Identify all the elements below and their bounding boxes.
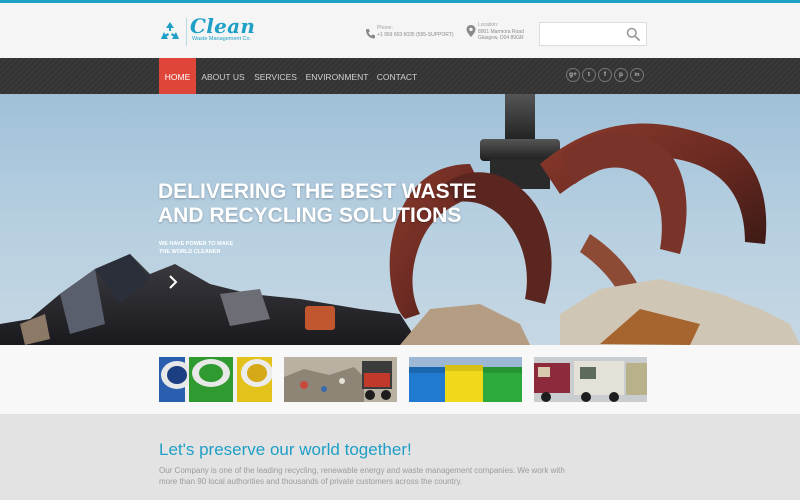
chevron-right-icon[interactable] xyxy=(165,274,181,290)
search-input[interactable] xyxy=(544,26,622,42)
hero-subtitle: WE HAVE POWER TO MAKE THE WORLD CLEANER xyxy=(159,240,259,256)
location-line2: Glasgow, D04 89GR xyxy=(478,35,524,41)
hero-slider: DELIVERING THE BEST WASTE AND RECYCLING … xyxy=(0,94,800,345)
location-pin-icon xyxy=(466,25,476,37)
phone-value: +1 959 603 6035 (595-SUPPORT) xyxy=(377,31,454,38)
intro-text: Our Company is one of the leading recycl… xyxy=(159,466,565,486)
logo-title: Clean xyxy=(190,14,256,38)
nav-contact[interactable]: Contact xyxy=(375,58,419,94)
hero-title-line2: AND RECYCLING SOLUTIONS xyxy=(158,204,462,227)
hero-subtitle-line2: THE WORLD CLEANER xyxy=(159,249,221,255)
hero-title: DELIVERING THE BEST WASTE AND RECYCLING … xyxy=(158,180,498,228)
logo-tagline: Waste Management Co. xyxy=(192,36,252,42)
thumbnail-colored-containers[interactable] xyxy=(409,357,522,402)
intro-heading: Let's preserve our world together! xyxy=(159,440,412,459)
linkedin-icon[interactable]: in xyxy=(630,68,644,82)
location-info: Location: 8901 Marmora Road Glasgow, D04… xyxy=(466,22,524,42)
google-plus-icon[interactable]: g+ xyxy=(566,68,580,82)
hero-title-line1: DELIVERING THE BEST WASTE xyxy=(158,180,477,203)
search-icon[interactable] xyxy=(626,27,640,41)
nav-services[interactable]: Services xyxy=(253,58,298,94)
phone-info: Phone: +1 959 603 6035 (595-SUPPORT) xyxy=(366,25,454,39)
twitter-icon[interactable]: t xyxy=(582,68,596,82)
main-nav: Home About Us Services Environment Conta… xyxy=(0,58,800,94)
hero-subtitle-line1: WE HAVE POWER TO MAKE xyxy=(159,241,234,247)
facebook-icon[interactable]: f xyxy=(598,68,612,82)
thumbnail-garbage-trucks[interactable] xyxy=(534,357,647,402)
logo[interactable]: Clean Waste Management Co. xyxy=(158,14,258,48)
nav-home[interactable]: Home xyxy=(159,58,196,94)
site-header: Clean Waste Management Co. Phone: +1 959… xyxy=(0,3,800,58)
slider-thumbnails xyxy=(0,345,800,414)
intro-section: Let's preserve our world together! Our C… xyxy=(0,414,800,500)
thumbnail-landfill-truck[interactable] xyxy=(284,357,397,402)
nav-environment[interactable]: Environment xyxy=(305,58,369,94)
logo-divider xyxy=(186,18,187,46)
thumbnail-recycling-bins[interactable] xyxy=(159,357,272,402)
nav-about-us[interactable]: About Us xyxy=(200,58,246,94)
phone-icon xyxy=(366,29,375,39)
recycle-logo-icon xyxy=(161,22,179,39)
search-box xyxy=(539,22,647,46)
pinterest-icon[interactable]: p xyxy=(614,68,628,82)
